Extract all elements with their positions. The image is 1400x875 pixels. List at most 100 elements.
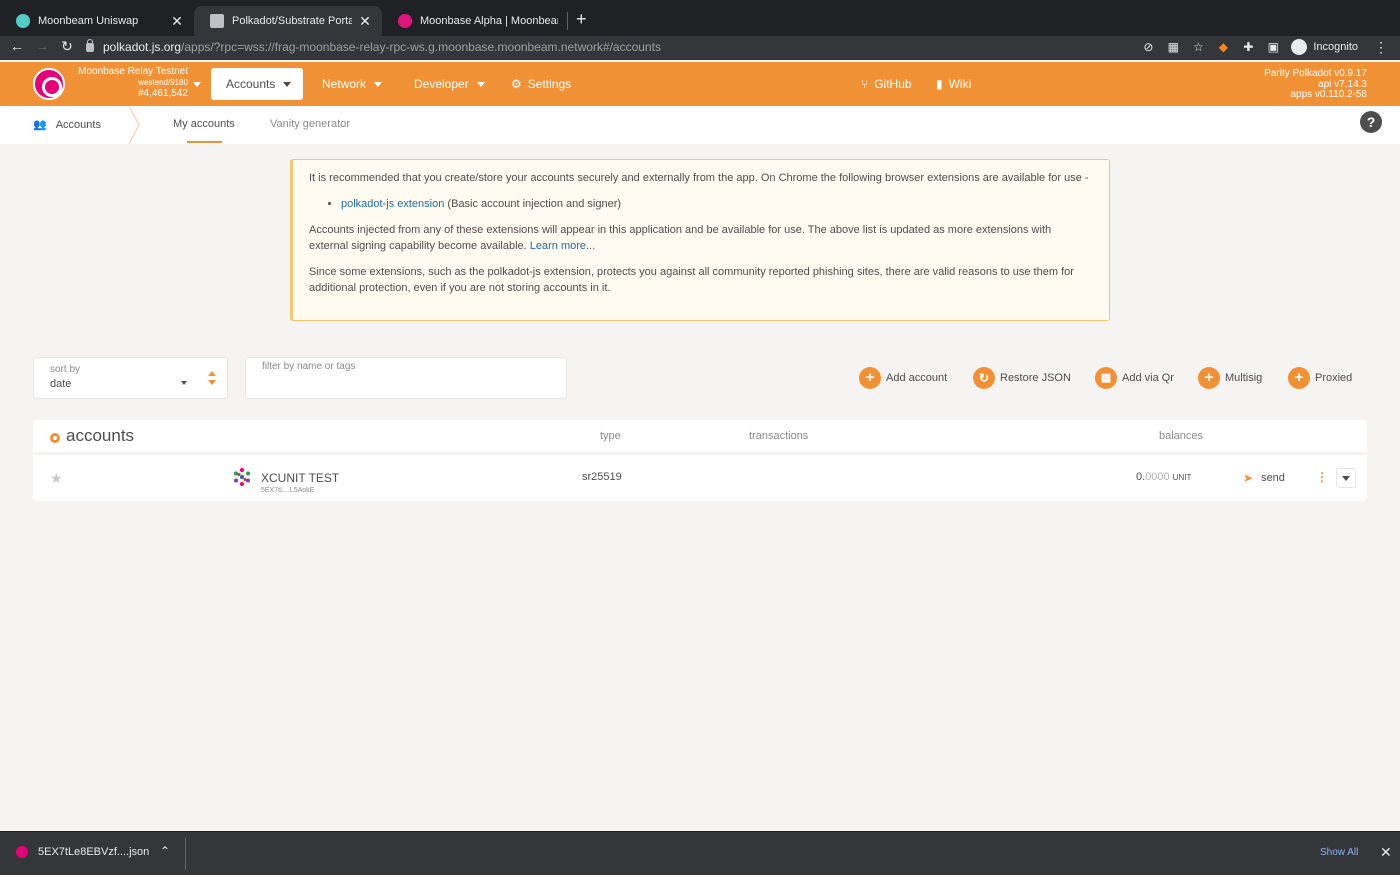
favorite-star-icon[interactable]: ★ — [50, 470, 63, 487]
extensions-puzzle-icon[interactable]: ✚ — [1240, 39, 1256, 55]
proxied-button[interactable]: + Proxied — [1288, 367, 1352, 389]
breadcrumb-arrow-icon — [128, 106, 140, 144]
send-button[interactable]: ➤ send — [1243, 471, 1285, 485]
browser-tab-moonbase-alpha[interactable]: Moonbase Alpha | Moonbeam — [382, 6, 568, 36]
notice-paragraph-2: Accounts injected from any of these exte… — [309, 222, 1093, 254]
account-identicon[interactable] — [232, 467, 252, 487]
expand-row-button[interactable] — [1336, 468, 1356, 488]
help-icon[interactable]: ? — [1360, 111, 1382, 133]
browser-toolbar: ← → ↻ polkadot.js.org/apps/?rpc=wss://fr… — [0, 36, 1400, 60]
downloads-bar: 5EX7tLe8EBVzf....json ⌃ Show All ✕ — [0, 831, 1400, 875]
section-accounts: 👥 Accounts — [33, 118, 101, 132]
new-tab-icon[interactable]: + — [576, 9, 587, 30]
menu-github-label: GitHub — [874, 77, 912, 91]
learn-more-link[interactable]: Learn more... — [530, 240, 595, 252]
users-icon: 👥 — [33, 119, 47, 131]
plus-icon: + — [859, 367, 881, 389]
lock-icon — [86, 38, 94, 52]
add-account-label: Add account — [886, 372, 948, 384]
more-actions-icon[interactable]: ⋮ — [1316, 470, 1328, 484]
tab-divider — [567, 12, 568, 30]
tab-vanity-generator[interactable]: Vanity generator — [270, 118, 350, 130]
extension-list: polkadot-js extension (Basic account inj… — [341, 196, 1093, 212]
balance-decimals: 0000 — [1145, 471, 1170, 483]
tab-title: Moonbeam Uniswap — [38, 15, 139, 27]
menu-wiki-label: Wiki — [948, 77, 972, 91]
chain-name: Moonbase Relay Testnet — [78, 66, 188, 77]
show-all-button[interactable]: Show All — [1320, 847, 1358, 858]
chevron-down-icon — [181, 381, 187, 388]
browser-menu-icon[interactable]: ⋮ — [1374, 39, 1388, 56]
camera-blocked-icon[interactable]: ⊘ — [1140, 39, 1156, 55]
active-tab-indicator — [187, 141, 222, 143]
sort-dropdown[interactable]: sort by date — [33, 357, 228, 399]
version-node: Parity Polkadot v0.9.17 — [1264, 68, 1367, 79]
chevron-down-icon — [374, 82, 383, 91]
table-row: ★ XCUNIT TEST 5EX7tL...L5AokE sr25519 0.… — [33, 455, 1367, 501]
menu-settings[interactable]: ⚙ Settings — [511, 68, 571, 100]
url-path: /apps/?rpc=wss://frag-moonbase-relay-rpc… — [181, 40, 661, 54]
account-name[interactable]: XCUNIT TEST — [261, 471, 339, 485]
back-arrow-icon[interactable]: ← — [7, 38, 27, 54]
download-divider — [185, 838, 186, 870]
moonbase-favicon-icon — [398, 14, 412, 28]
account-type: sr25519 — [582, 471, 622, 483]
multisig-button[interactable]: + Multisig — [1198, 367, 1262, 389]
plus-icon: + — [1198, 367, 1220, 389]
version-info: Parity Polkadot v0.9.17 api v7.14.3 apps… — [1264, 68, 1367, 101]
download-item[interactable]: 5EX7tLe8EBVzf....json — [16, 846, 149, 858]
reload-icon[interactable]: ↻ — [57, 38, 77, 55]
forward-arrow-icon[interactable]: → — [32, 38, 52, 54]
incognito-badge[interactable]: Incognito — [1291, 39, 1358, 55]
send-label: send — [1261, 472, 1285, 484]
chain-selector[interactable]: Moonbase Relay Testnet westend/9180 #4,4… — [70, 67, 188, 99]
url-host: polkadot.js.org — [103, 40, 182, 54]
paper-plane-icon: ➤ — [1243, 471, 1254, 485]
add-via-qr-button[interactable]: ▦ Add via Qr — [1095, 367, 1174, 389]
polkadot-logo-icon[interactable] — [33, 68, 65, 100]
close-icon[interactable]: ✕ — [1380, 844, 1392, 861]
moonbeam-favicon-icon — [16, 14, 30, 28]
tab-title: Moonbase Alpha | Moonbeam — [420, 15, 558, 27]
notice-paragraph-2-text: Accounts injected from any of these exte… — [309, 224, 1052, 252]
menu-network-label: Network — [322, 77, 367, 91]
filter-field[interactable]: filter by name or tags — [245, 357, 567, 399]
incognito-icon — [1291, 39, 1308, 55]
qr-code-icon[interactable]: ▦ — [1165, 39, 1181, 55]
notice-intro: It is recommended that you create/store … — [309, 172, 1089, 184]
menu-network[interactable]: Network — [322, 68, 383, 100]
multisig-label: Multisig — [1225, 372, 1263, 384]
menu-accounts-label: Accounts — [226, 77, 276, 91]
sort-label: sort by — [50, 364, 81, 375]
chain-dropdown-icon[interactable] — [193, 82, 201, 91]
file-icon — [16, 846, 28, 858]
column-type: type — [600, 430, 621, 442]
chevron-down-icon — [476, 82, 485, 91]
toolbar-icons: ⊘ ▦ ☆ ◆ ✚ ▣ Incognito ⋮ — [1131, 36, 1400, 58]
extension-list-item: polkadot-js extension (Basic account inj… — [341, 196, 1093, 212]
polkadot-extension-link[interactable]: polkadot-js extension — [341, 198, 444, 210]
close-tab-icon[interactable]: ✕ — [358, 13, 372, 30]
restore-json-button[interactable]: ↻ Restore JSON — [973, 367, 1071, 389]
tab-my-accounts[interactable]: My accounts — [173, 118, 235, 130]
side-panel-icon[interactable]: ▣ — [1265, 39, 1281, 55]
browser-tab-polkadot-portal[interactable]: Polkadot/Substrate Portal ✕ — [194, 6, 382, 36]
close-tab-icon[interactable]: ✕ — [170, 13, 184, 30]
menu-accounts[interactable]: Accounts — [211, 68, 303, 100]
menu-developer-label: Developer — [414, 77, 469, 91]
menu-developer[interactable]: Developer — [414, 68, 485, 100]
section-label: Accounts — [55, 118, 101, 131]
balance-integer: 0. — [1136, 471, 1146, 483]
proxied-label: Proxied — [1315, 372, 1353, 384]
metamask-fox-icon[interactable]: ◆ — [1215, 39, 1231, 55]
sync-icon: ↻ — [973, 367, 995, 389]
menu-wiki[interactable]: ▮ Wiki — [936, 68, 971, 100]
chevron-up-icon[interactable]: ⌃ — [160, 844, 170, 858]
add-account-button[interactable]: + Add account — [859, 367, 947, 389]
browser-tab-moonbeam-uniswap[interactable]: Moonbeam Uniswap ✕ — [0, 6, 194, 36]
column-balances: balances — [1159, 430, 1204, 442]
filter-input[interactable] — [261, 376, 551, 394]
bookmark-star-icon[interactable]: ☆ — [1190, 39, 1206, 55]
menu-github[interactable]: ⑂ GitHub — [861, 68, 912, 100]
sort-direction-icon[interactable] — [208, 371, 216, 385]
